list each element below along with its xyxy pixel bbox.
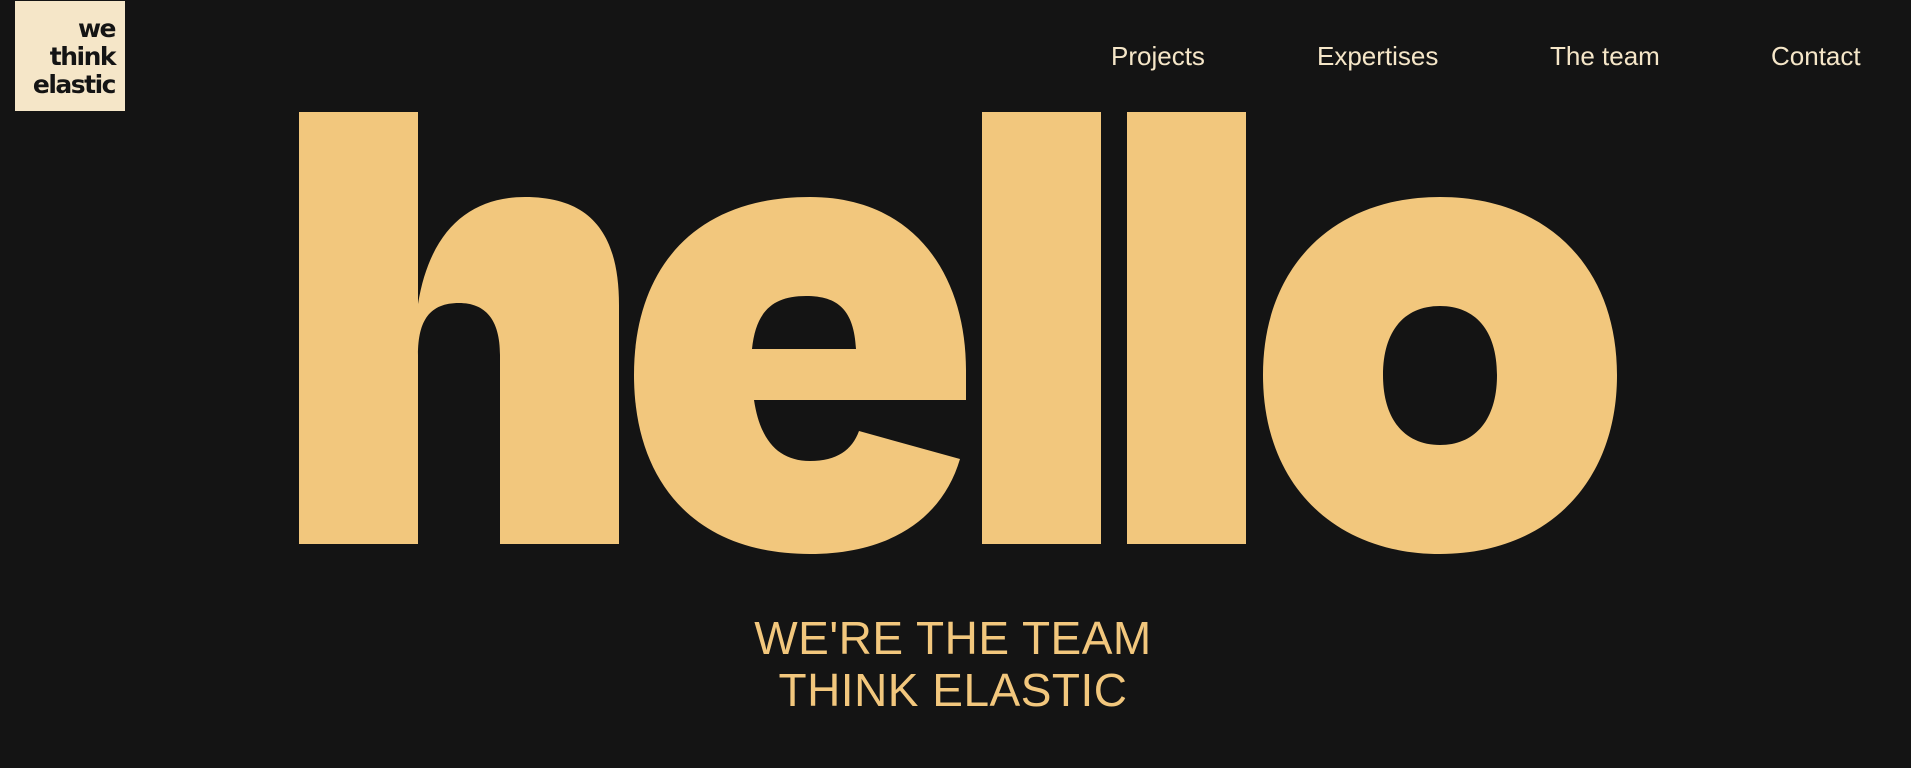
- tagline: WE'RE THE TEAM THINK ELASTIC: [0, 612, 1906, 716]
- letter-l-2: [1127, 112, 1246, 544]
- nav-expertises[interactable]: Expertises: [1317, 40, 1438, 72]
- nav-the-team[interactable]: The team: [1550, 40, 1660, 72]
- letter-e: [634, 197, 966, 554]
- logo-line-we: we: [77, 14, 117, 43]
- letter-h: [299, 112, 619, 544]
- letter-o: [1263, 197, 1617, 554]
- nav-contact[interactable]: Contact: [1771, 40, 1861, 72]
- nav-projects[interactable]: Projects: [1111, 40, 1205, 72]
- tagline-line-1: WE'RE THE TEAM: [754, 612, 1152, 664]
- main-nav: Projects Expertises The team Contact: [0, 40, 1911, 76]
- tagline-line-2: THINK ELASTIC: [778, 664, 1128, 716]
- hero-headline: hello: [0, 90, 1911, 570]
- hero-wordmark-graphic: [299, 112, 1617, 554]
- letter-l-1: [982, 112, 1101, 544]
